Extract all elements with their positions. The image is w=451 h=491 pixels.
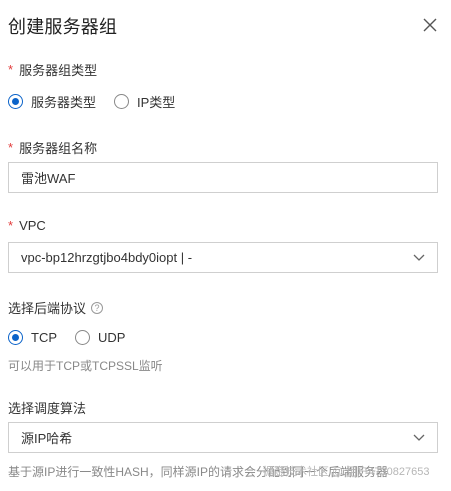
radio-tcp[interactable]: TCP [8,330,57,345]
backend-protocol-label: 选择后端协议 ? [8,298,104,317]
question-circle-icon[interactable]: ? [91,301,104,314]
radio-server-type[interactable]: 服务器类型 [8,92,96,111]
watermark-text: 掘金技术社区 @ 用户4730827653 [263,466,430,478]
dialog-header: 创建服务器组 [0,0,451,50]
radio-ip-type[interactable]: IP类型 [114,92,175,111]
server-group-name-value: 雷池WAF [21,171,76,186]
server-group-type-label: * 服务器组类型 [8,60,97,79]
vpc-label-text: VPC [19,218,46,233]
vpc-select-value: vpc-bp12hrzgtjbo4bdy0iopt | - [21,250,193,265]
backend-protocol-hint: 可以用于TCP或TCPSSL监听 [8,359,163,373]
server-group-type-radio-group: 服务器类型 IP类型 [8,92,193,111]
close-icon[interactable] [421,16,439,34]
vpc-select[interactable]: vpc-bp12hrzgtjbo4bdy0iopt | - [8,242,438,273]
radio-unselected-icon [75,330,90,345]
vpc-label: * VPC [8,218,46,233]
chevron-down-icon [413,254,425,261]
chevron-down-icon [413,434,425,441]
backend-protocol-radio-group: TCP UDP [8,330,143,345]
backend-protocol-label-text: 选择后端协议 [8,301,87,316]
radio-server-type-label: 服务器类型 [31,95,97,110]
server-group-type-label-text: 服务器组类型 [19,63,98,78]
radio-selected-icon [8,330,23,345]
radio-ip-type-label: IP类型 [137,95,176,110]
server-group-name-label: * 服务器组名称 [8,138,97,157]
dialog-title: 创建服务器组 [8,17,118,37]
server-group-name-input[interactable]: 雷池WAF [8,162,438,193]
radio-unselected-icon [114,94,130,109]
required-mark: * [8,62,14,77]
radio-tcp-label: TCP [31,330,57,345]
scheduler-label-text: 选择调度算法 [8,401,87,416]
scheduler-select-value: 源IP哈希 [21,431,73,446]
required-mark: * [8,140,14,155]
server-group-name-label-text: 服务器组名称 [19,141,98,156]
required-mark: * [8,218,14,233]
radio-selected-icon [8,94,23,109]
radio-udp[interactable]: UDP [75,330,125,345]
radio-udp-label: UDP [98,330,126,345]
scheduler-select[interactable]: 源IP哈希 [8,422,438,453]
scheduler-label: 选择调度算法 [8,398,86,417]
